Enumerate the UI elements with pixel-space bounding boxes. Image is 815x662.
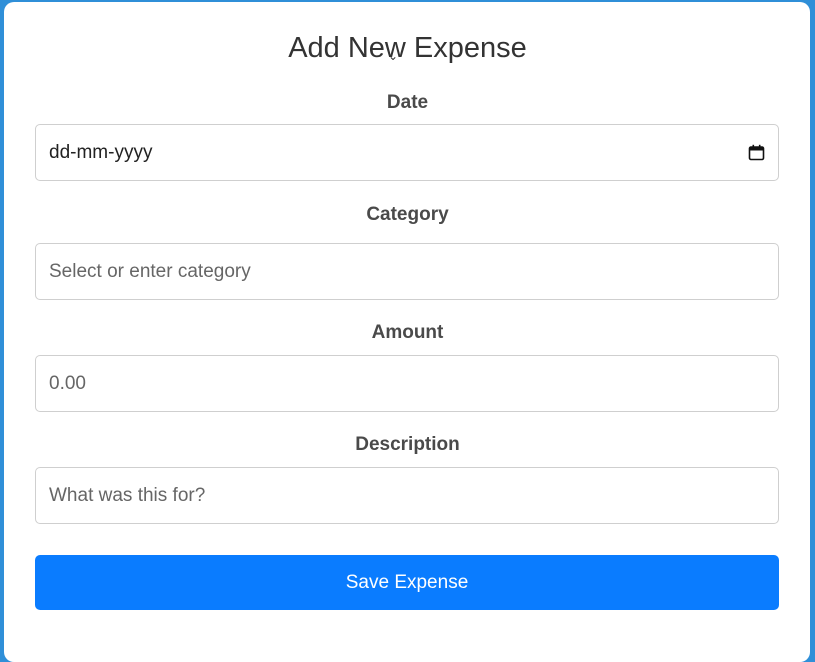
amount-label: Amount: [371, 322, 444, 343]
date-field[interactable]: dd-mm-yyyy: [35, 124, 779, 181]
mouse-cursor-icon: ⌄: [388, 49, 399, 63]
description-label: Description: [355, 434, 460, 455]
description-input[interactable]: [35, 467, 779, 524]
save-expense-button[interactable]: Save Expense: [35, 555, 779, 610]
page-title: Add New Expense: [288, 32, 527, 64]
date-field-value: dd-mm-yyyy: [49, 141, 153, 163]
amount-input[interactable]: [35, 355, 779, 412]
date-label: Date: [386, 92, 429, 113]
category-label: Category: [366, 204, 449, 225]
category-input[interactable]: [35, 243, 779, 300]
calendar-icon[interactable]: [748, 144, 765, 161]
